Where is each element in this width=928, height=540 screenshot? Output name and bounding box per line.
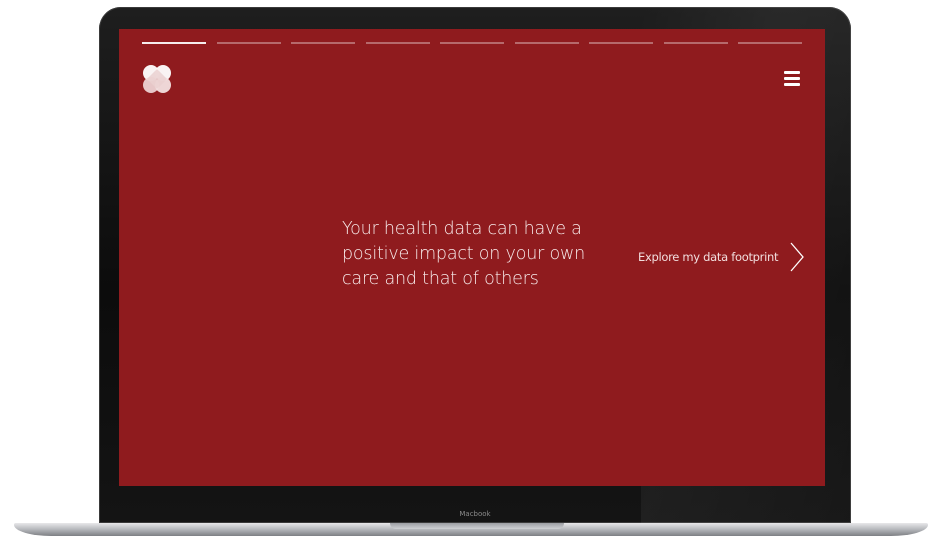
heart-clover-logo-icon[interactable] <box>142 64 172 94</box>
menu-bar <box>784 83 800 86</box>
progress-step-1[interactable] <box>142 42 206 44</box>
progress-indicator <box>142 42 802 44</box>
progress-step-2[interactable] <box>216 42 281 44</box>
progress-step-6[interactable] <box>514 42 579 44</box>
progress-step-4[interactable] <box>365 42 430 44</box>
device-label: Macbook <box>459 510 491 518</box>
progress-step-3[interactable] <box>291 42 355 44</box>
progress-step-8[interactable] <box>663 42 728 44</box>
laptop-mockup: Your health data can have a positive imp… <box>0 0 928 540</box>
progress-step-5[interactable] <box>440 42 504 44</box>
screen: Your health data can have a positive imp… <box>119 29 825 486</box>
progress-step-7[interactable] <box>589 42 653 44</box>
explore-data-footprint-button[interactable]: Explore my data footprint <box>638 241 805 273</box>
laptop-base-notch <box>390 523 564 529</box>
hamburger-menu-icon[interactable] <box>783 69 803 87</box>
menu-bar <box>784 71 800 74</box>
logo-graphic <box>143 65 171 93</box>
cta-label: Explore my data footprint <box>638 250 779 264</box>
menu-bar <box>784 77 800 80</box>
headline: Your health data can have a positive imp… <box>342 219 585 289</box>
chevron-right-icon <box>790 242 805 272</box>
progress-step-9[interactable] <box>738 42 802 44</box>
